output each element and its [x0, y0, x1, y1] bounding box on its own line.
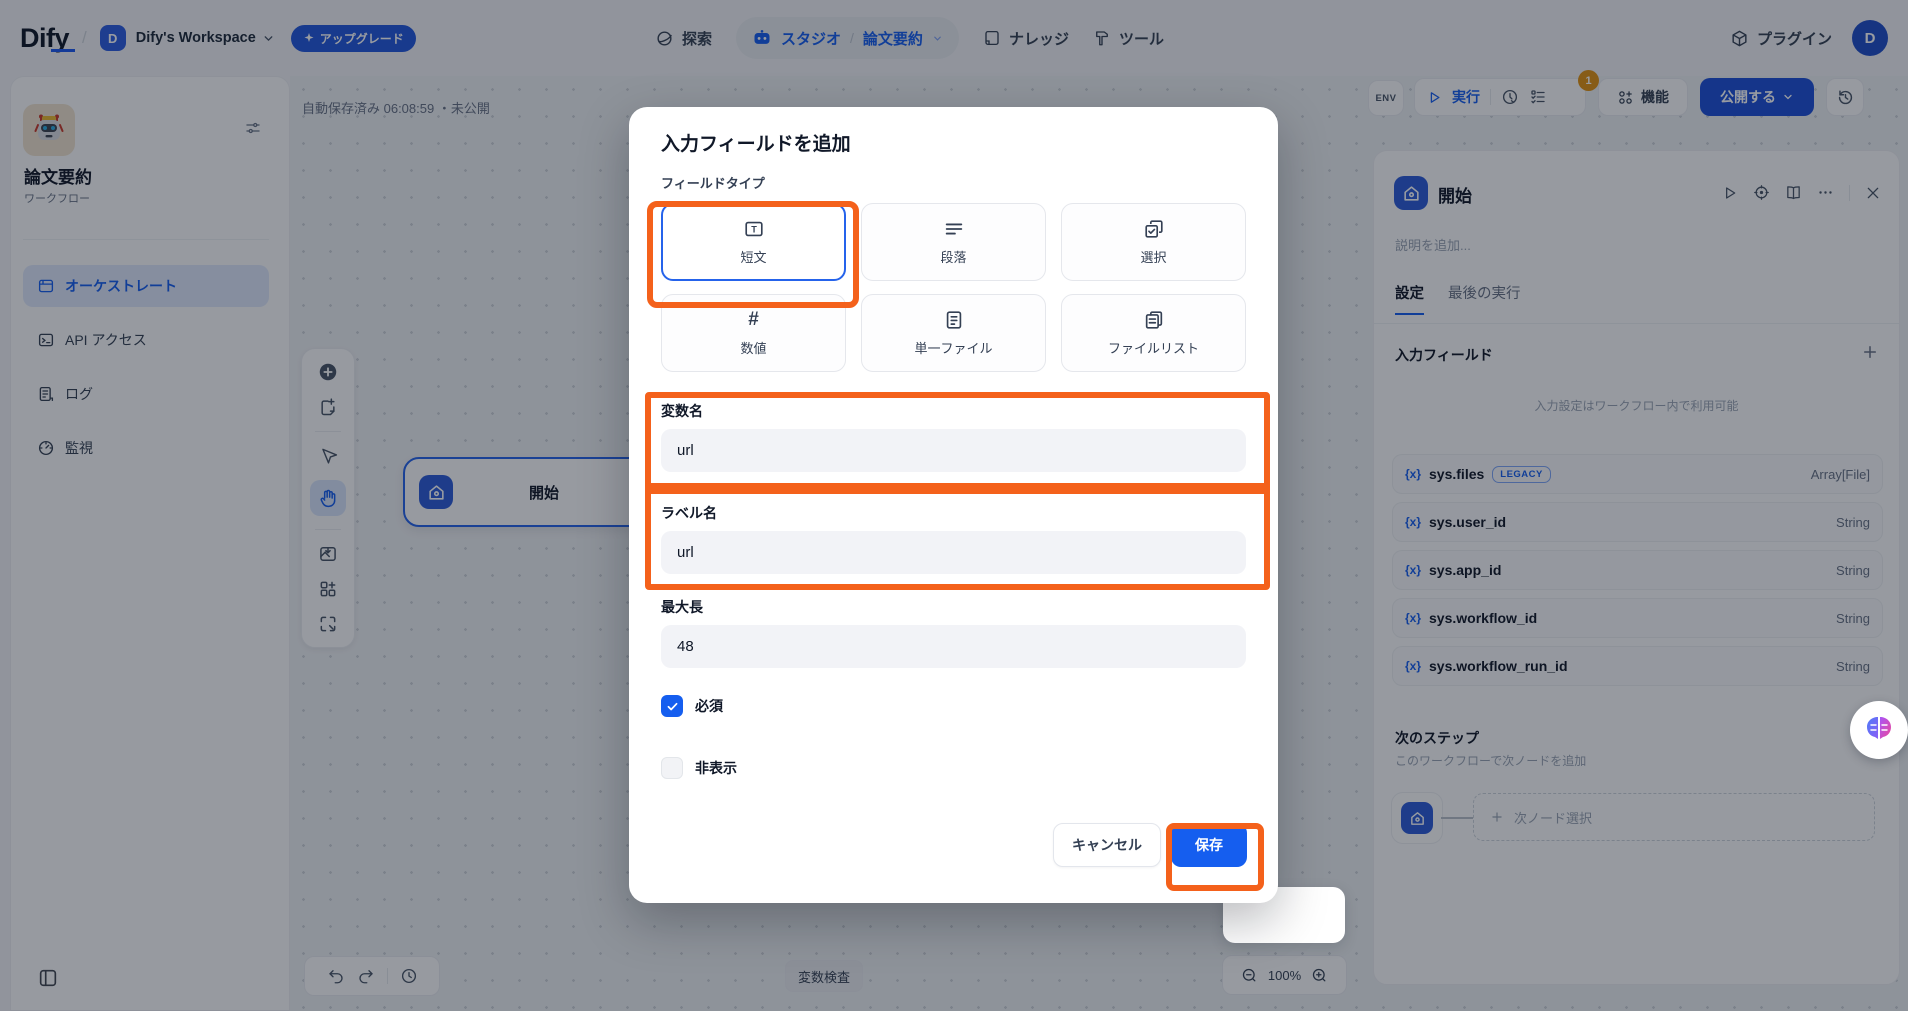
variable-name-label: 変数名 — [661, 401, 703, 421]
field-type-label: フィールドタイプ — [661, 173, 765, 192]
modal-title: 入力フィールドを追加 — [661, 129, 851, 156]
add-field-modal: 入力フィールドを追加 フィールドタイプ T 短文 段落 選択 # 数値 単一ファ… — [629, 107, 1278, 903]
select-icon — [1143, 218, 1165, 240]
required-row: 必須 — [661, 695, 723, 717]
brain-extension-button[interactable] — [1850, 701, 1908, 759]
label-name-label: ラベル名 — [661, 503, 717, 523]
field-type-single-file[interactable]: 単一ファイル — [861, 294, 1046, 372]
file-icon — [943, 309, 965, 331]
save-button[interactable]: 保存 — [1171, 823, 1247, 867]
short-text-icon: T — [743, 218, 765, 240]
paragraph-icon — [943, 218, 965, 240]
label-name-input[interactable] — [661, 531, 1246, 574]
number-hash-icon: # — [748, 309, 759, 331]
hidden-row: 非表示 — [661, 757, 737, 779]
brain-icon — [1862, 713, 1896, 747]
cancel-button[interactable]: キャンセル — [1053, 823, 1161, 867]
svg-text:T: T — [751, 225, 757, 235]
file-list-icon — [1143, 309, 1165, 331]
hidden-checkbox[interactable] — [661, 757, 683, 779]
app-root: Dify / D Dify's Workspace アップグレード 探索 スタジ… — [0, 0, 1908, 1011]
field-type-number[interactable]: # 数値 — [661, 294, 846, 372]
field-type-select[interactable]: 選択 — [1061, 203, 1246, 281]
variable-name-input[interactable] — [661, 429, 1246, 472]
modal-actions: キャンセル 保存 — [1053, 823, 1247, 867]
field-type-file-list[interactable]: ファイルリスト — [1061, 294, 1246, 372]
required-checkbox[interactable] — [661, 695, 683, 717]
field-type-short-text[interactable]: T 短文 — [661, 203, 846, 281]
field-type-paragraph[interactable]: 段落 — [861, 203, 1046, 281]
check-icon — [666, 700, 679, 713]
field-type-grid: T 短文 段落 選択 # 数値 単一ファイル ファイルリスト — [661, 203, 1246, 372]
hidden-label: 非表示 — [695, 758, 737, 778]
max-length-input[interactable] — [661, 625, 1246, 668]
required-label: 必須 — [695, 696, 723, 716]
max-length-label: 最大長 — [661, 597, 703, 617]
